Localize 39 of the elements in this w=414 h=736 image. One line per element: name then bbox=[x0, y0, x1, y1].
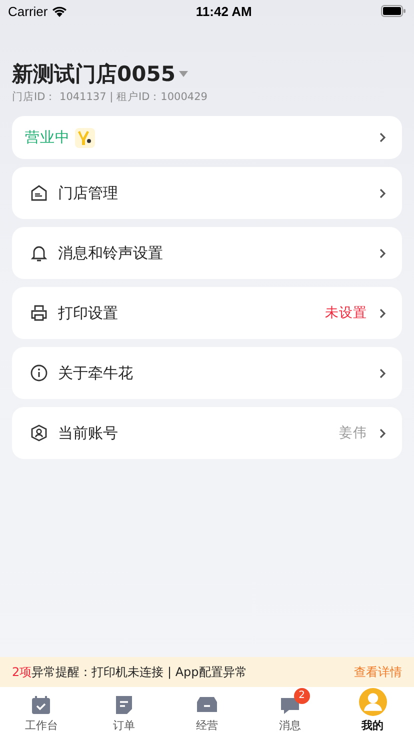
menu-label: 打印设置 bbox=[58, 304, 119, 322]
tab[interactable]: 经营 bbox=[166, 687, 248, 736]
tab[interactable]: 工作台 bbox=[0, 687, 83, 736]
dropdown-caret-icon[interactable] bbox=[179, 71, 188, 77]
user-icon bbox=[29, 423, 49, 443]
chevron-right-icon bbox=[379, 368, 386, 378]
store-icon bbox=[29, 183, 49, 203]
menu-value: 姜伟 bbox=[339, 424, 367, 442]
menu-item[interactable]: 当前账号 姜伟 bbox=[12, 407, 402, 459]
menu-item[interactable]: 消息和铃声设置 bbox=[12, 227, 402, 279]
menu-item[interactable]: 关于牵牛花 bbox=[12, 347, 402, 399]
tab[interactable]: 消息 2 bbox=[248, 687, 332, 736]
menu-item[interactable]: 打印设置 未设置 bbox=[12, 287, 402, 339]
menu-label: 消息和铃声设置 bbox=[58, 244, 164, 262]
sticker-icon bbox=[75, 128, 95, 148]
menu-label: 当前账号 bbox=[58, 424, 119, 442]
menu-item[interactable]: 门店管理 bbox=[12, 167, 402, 219]
menu-label: 门店管理 bbox=[58, 184, 119, 202]
carrier-label: Carrier bbox=[8, 4, 48, 18]
status-label: 营业中 bbox=[25, 129, 70, 147]
alert-message: 2项异常提醒：打印机未连接 | App配置异常 bbox=[12, 664, 248, 680]
store-name[interactable]: 新测试门店0055 bbox=[12, 60, 176, 88]
menu-value: 未设置 bbox=[325, 304, 367, 322]
wifi-icon bbox=[52, 6, 67, 16]
chevron-right-icon bbox=[379, 248, 386, 258]
chevron-right-icon bbox=[379, 132, 386, 143]
menu-label: 关于牵牛花 bbox=[58, 364, 134, 382]
chevron-right-icon bbox=[379, 428, 386, 438]
info-icon bbox=[29, 363, 49, 383]
tab[interactable]: 订单 bbox=[82, 687, 166, 736]
chevron-right-icon bbox=[379, 308, 386, 318]
tab[interactable]: 我的 bbox=[331, 687, 414, 736]
unread-badge: 2 bbox=[294, 688, 310, 704]
clock-time: 11:42 AM bbox=[196, 4, 252, 18]
printer-icon bbox=[29, 303, 49, 323]
chevron-right-icon bbox=[379, 188, 386, 198]
battery-icon bbox=[381, 5, 406, 17]
store-ids: 门店ID： 1041137 | 租户ID：1000429 bbox=[12, 90, 208, 104]
calendar-icon bbox=[30, 694, 52, 716]
